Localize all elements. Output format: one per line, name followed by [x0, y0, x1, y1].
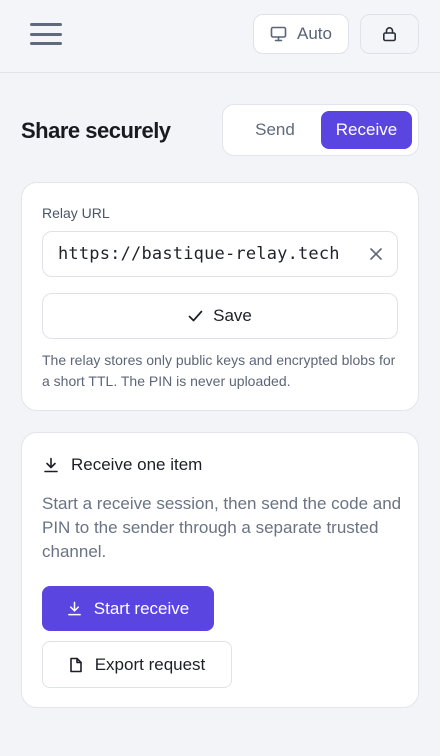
receive-card: Receive one item Start a receive session… — [21, 432, 419, 708]
tab-send[interactable]: Send — [229, 111, 321, 149]
export-request-button[interactable]: Export request — [42, 641, 232, 688]
lock-button[interactable] — [360, 14, 419, 54]
download-icon — [67, 601, 82, 616]
file-icon — [69, 657, 83, 673]
relay-card: Relay URL Save The relay stores only pub… — [21, 182, 419, 411]
theme-toggle-button[interactable]: Auto — [253, 14, 349, 54]
download-icon — [43, 457, 59, 473]
start-receive-button[interactable]: Start receive — [42, 586, 214, 631]
receive-description: Start a receive session, then send the c… — [42, 494, 402, 561]
mode-toggle: Send Receive — [222, 104, 419, 156]
tab-receive[interactable]: Receive — [321, 111, 412, 149]
export-request-label: Export request — [94, 654, 206, 674]
save-button[interactable]: Save — [42, 293, 398, 339]
theme-toggle-label: Auto — [297, 24, 332, 43]
hamburger-icon[interactable] — [30, 20, 62, 48]
relay-url-label: Relay URL — [42, 205, 110, 221]
page-title: Share securely — [21, 118, 171, 143]
receive-heading: Receive one item — [43, 455, 202, 475]
close-icon[interactable] — [365, 243, 387, 265]
check-icon — [188, 310, 203, 322]
start-receive-label: Start receive — [93, 598, 190, 618]
relay-help-text: The relay stores only public keys and en… — [42, 352, 396, 389]
receive-heading-text: Receive one item — [71, 455, 203, 474]
lock-icon — [382, 26, 397, 42]
top-bar: Auto — [0, 0, 440, 73]
monitor-icon — [270, 26, 287, 42]
save-button-label: Save — [213, 306, 252, 325]
relay-url-input[interactable] — [58, 244, 365, 264]
relay-url-field — [42, 231, 398, 277]
